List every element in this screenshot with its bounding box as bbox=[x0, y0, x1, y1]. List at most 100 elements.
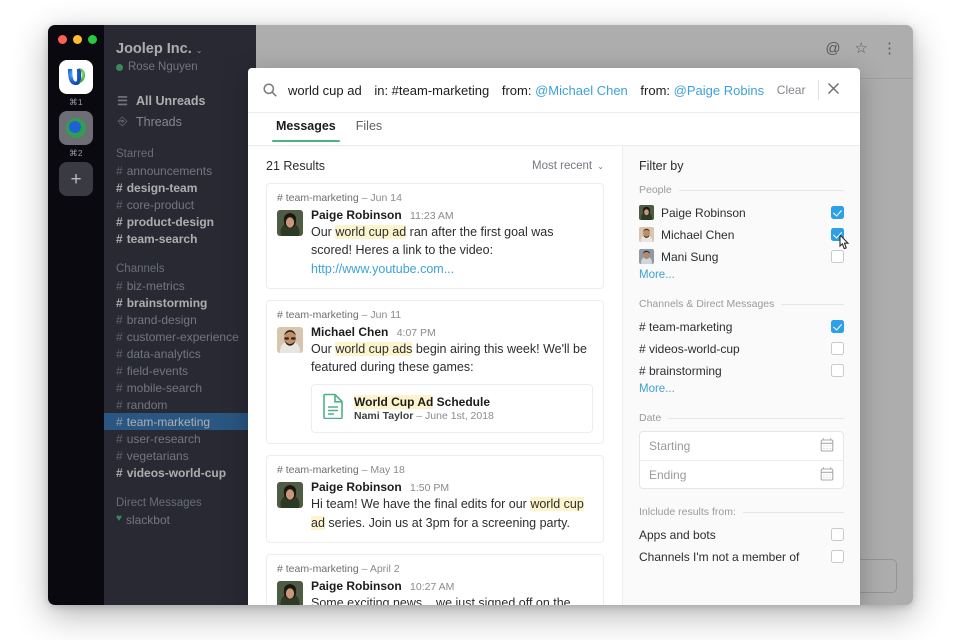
filter-group-date-label: Date bbox=[639, 412, 844, 424]
attachment-title: World Cup Ad Schedule bbox=[354, 395, 494, 409]
result-attachment[interactable]: World Cup Ad Schedule Nami Taylor – June… bbox=[311, 384, 593, 433]
avatar bbox=[639, 205, 654, 220]
date-start-input[interactable]: Starting bbox=[640, 432, 843, 460]
search-result-item[interactable]: # team-marketing – Jun 14 bbox=[266, 183, 604, 289]
filter-include-apps-and-bots[interactable]: Apps and bots bbox=[639, 525, 844, 544]
filter-person-checkbox[interactable] bbox=[831, 250, 844, 263]
filter-channel-videos-world-cup[interactable]: # videos-world-cup bbox=[639, 339, 844, 358]
result-date: Jun 14 bbox=[370, 192, 402, 204]
team-switcher-rail: ⌘1 ⌘2 + bbox=[48, 25, 104, 605]
search-tabs: Messages Files bbox=[248, 113, 860, 146]
slack-app-window: ⌘1 ⌘2 + Joolep Inc. ⌄ bbox=[48, 25, 913, 605]
attachment-title-highlight: World Cup Ad bbox=[354, 395, 433, 409]
tab-messages[interactable]: Messages bbox=[266, 113, 346, 141]
result-author: Paige Robinson bbox=[311, 480, 402, 494]
calendar-icon[interactable] bbox=[820, 466, 834, 484]
date-start-placeholder: Starting bbox=[649, 439, 820, 453]
result-author-line: Paige Robinson 10:27 AM bbox=[311, 579, 593, 593]
result-channel: # team-marketing bbox=[277, 563, 359, 575]
minimize-window-button[interactable] bbox=[73, 35, 82, 44]
filter-group-people-label: People bbox=[639, 184, 844, 196]
clear-search-button[interactable]: Clear bbox=[764, 83, 819, 97]
filter-channel-label: # brainstorming bbox=[639, 364, 831, 378]
filter-person-label: Michael Chen bbox=[661, 228, 831, 242]
result-meta: # team-marketing – May 18 bbox=[277, 464, 593, 476]
search-result-item[interactable]: # team-marketing – May 18 bbox=[266, 455, 604, 543]
result-channel: # team-marketing bbox=[277, 464, 359, 476]
msg-part: Our bbox=[311, 342, 335, 356]
filter-person-label: Mani Sung bbox=[661, 250, 831, 264]
sort-label: Most recent bbox=[532, 160, 592, 172]
avatar bbox=[277, 581, 303, 605]
joolep-logo-icon bbox=[64, 65, 88, 89]
filter-include-non-member-channels[interactable]: Channels I'm not a member of bbox=[639, 547, 844, 566]
filter-by-heading: Filter by bbox=[639, 159, 844, 173]
tab-files[interactable]: Files bbox=[346, 113, 392, 141]
filter-include-checkbox[interactable] bbox=[831, 550, 844, 563]
search-token-from-prefix: from: bbox=[502, 83, 535, 98]
people-more-link[interactable]: More... bbox=[639, 269, 844, 281]
attachment-date: June 1st, 2018 bbox=[425, 410, 494, 422]
filter-channel-checkbox[interactable] bbox=[831, 320, 844, 333]
results-header: 21 Results Most recent ⌄ bbox=[266, 159, 604, 173]
search-result-item[interactable]: # team-marketing – Jun 11 bbox=[266, 300, 604, 445]
add-team-button[interactable]: + bbox=[59, 162, 93, 196]
filter-person-paige-robinson[interactable]: Paige Robinson bbox=[639, 203, 844, 222]
result-author: Paige Robinson bbox=[311, 579, 402, 593]
result-meta: # team-marketing – Jun 11 bbox=[277, 309, 593, 321]
team-icon-second-team[interactable] bbox=[59, 111, 93, 145]
filter-include-label: Apps and bots bbox=[639, 528, 831, 542]
filter-include-checkbox[interactable] bbox=[831, 528, 844, 541]
date-end-input[interactable]: Ending bbox=[640, 460, 843, 488]
filter-person-michael-chen[interactable]: Michael Chen bbox=[639, 225, 844, 244]
msg-link[interactable]: http://www.youtube.com... bbox=[311, 262, 454, 276]
filter-channel-brainstorming[interactable]: # brainstorming bbox=[639, 361, 844, 380]
result-message-body: Hi team! We have the final edits for our… bbox=[311, 495, 593, 532]
result-separator: – bbox=[362, 464, 368, 476]
search-token-mention-michael: @Michael Chen bbox=[535, 83, 628, 98]
search-result-item[interactable]: # team-marketing – April 2 bbox=[266, 554, 604, 605]
close-window-button[interactable] bbox=[58, 35, 67, 44]
result-timestamp: 4:07 PM bbox=[397, 327, 436, 339]
chevron-down-icon: ⌄ bbox=[597, 162, 604, 171]
result-author: Paige Robinson bbox=[311, 208, 402, 222]
filter-group-channels-label: Channels & Direct Messages bbox=[639, 298, 844, 310]
channels-more-link[interactable]: More... bbox=[639, 383, 844, 395]
maximize-window-button[interactable] bbox=[88, 35, 97, 44]
filter-person-mani-sung[interactable]: Mani Sung bbox=[639, 247, 844, 266]
filter-person-checkbox[interactable] bbox=[831, 206, 844, 219]
filter-person-label: Paige Robinson bbox=[661, 206, 831, 220]
avatar bbox=[277, 327, 303, 353]
team-shortcut-2: ⌘2 bbox=[59, 148, 93, 159]
search-filters-pane: Filter by People bbox=[622, 146, 860, 605]
search-bar: world cup ad in: #team-marketing from: @… bbox=[248, 68, 860, 113]
filter-group-include-label: Inlclude results from: bbox=[639, 506, 844, 518]
team-icon-joolep-inc[interactable] bbox=[59, 60, 93, 94]
filter-channel-team-marketing[interactable]: # team-marketing bbox=[639, 317, 844, 336]
team-slot-1[interactable]: ⌘1 bbox=[59, 60, 93, 108]
search-input[interactable]: world cup ad in: #team-marketing from: @… bbox=[288, 83, 764, 98]
msg-part: series. Join us at 3pm for a screening p… bbox=[325, 516, 570, 530]
result-separator: – bbox=[362, 563, 368, 575]
result-date: May 18 bbox=[370, 464, 404, 476]
result-channel: # team-marketing bbox=[277, 309, 359, 321]
search-modal-body: 21 Results Most recent ⌄ # team-marketin… bbox=[248, 146, 860, 605]
team-shortcut-1: ⌘1 bbox=[59, 97, 93, 108]
msg-part: Some exciting news... we just signed off… bbox=[311, 596, 571, 605]
avatar bbox=[639, 249, 654, 264]
filter-channel-label: # videos-world-cup bbox=[639, 342, 831, 356]
filter-person-checkbox[interactable] bbox=[831, 228, 844, 241]
filter-channel-checkbox[interactable] bbox=[831, 342, 844, 355]
add-team-slot[interactable]: + bbox=[59, 162, 93, 196]
search-results-pane[interactable]: 21 Results Most recent ⌄ # team-marketin… bbox=[248, 146, 622, 605]
calendar-icon[interactable] bbox=[820, 437, 834, 455]
result-message-body: Our world cup ad ran after the first goa… bbox=[311, 223, 593, 278]
filter-channel-checkbox[interactable] bbox=[831, 364, 844, 377]
sort-dropdown[interactable]: Most recent ⌄ bbox=[532, 160, 604, 172]
window-traffic-lights[interactable] bbox=[58, 35, 97, 44]
result-separator: – bbox=[362, 192, 368, 204]
date-range-fields: Starting bbox=[639, 431, 844, 489]
search-icon bbox=[262, 82, 278, 98]
team-slot-2[interactable]: ⌘2 bbox=[59, 111, 93, 159]
close-icon[interactable] bbox=[819, 82, 848, 99]
